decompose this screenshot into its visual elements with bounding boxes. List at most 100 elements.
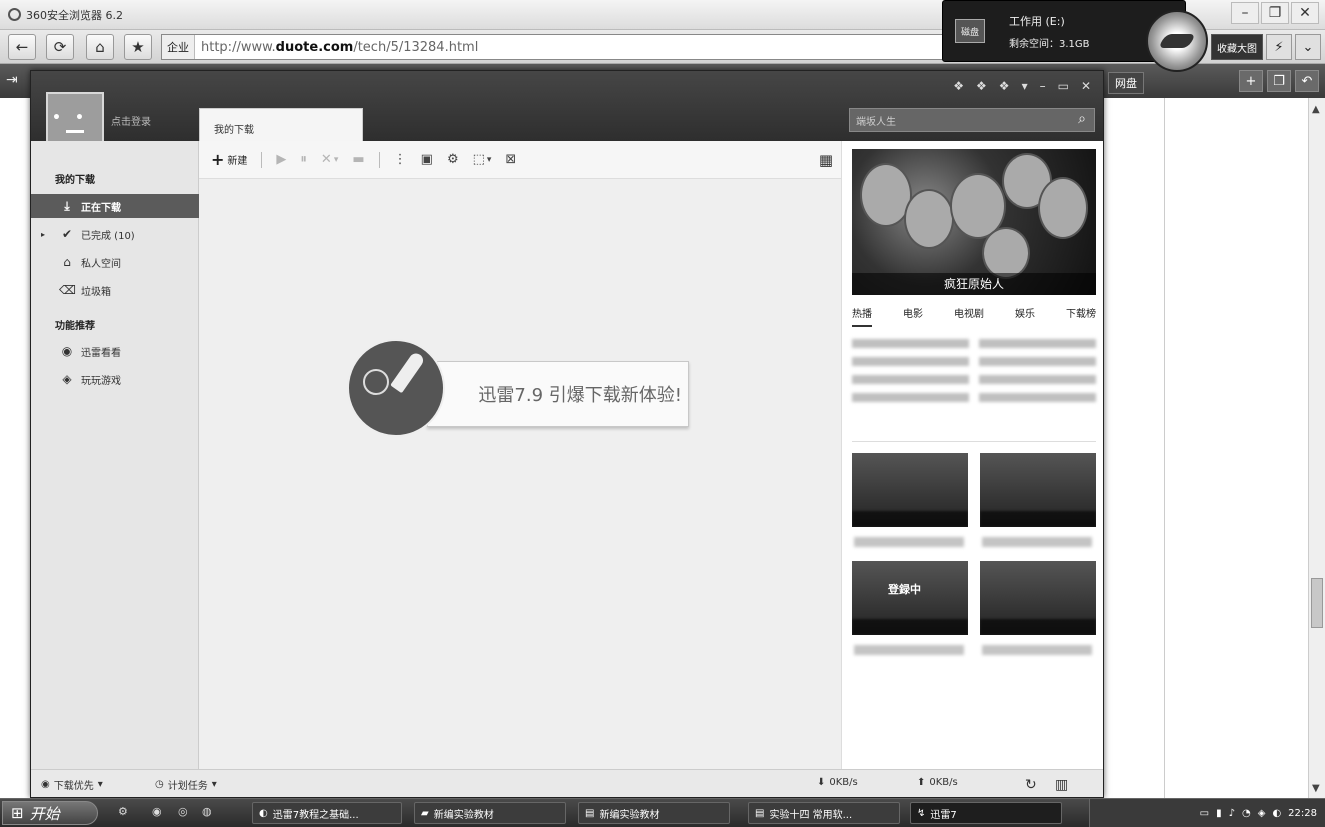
expand-caret-icon[interactable]: ▸: [41, 230, 45, 239]
gear-icon[interactable]: ⚙: [447, 152, 459, 167]
quicklaunch-icon[interactable]: ⚙: [118, 805, 128, 818]
back-button[interactable]: ←: [8, 34, 36, 60]
battery-icon[interactable]: ▮: [1216, 808, 1222, 819]
tab-hot[interactable]: 热播: [852, 305, 872, 327]
skin-icon[interactable]: ❖: [953, 79, 964, 93]
taskbar-button[interactable]: ◐ 迅雷7教程之基础...: [252, 802, 402, 824]
game-icon[interactable]: ⊠: [505, 152, 516, 167]
page-scrollbar[interactable]: ▲ ▼: [1308, 98, 1325, 798]
image-badge[interactable]: 收藏大图: [1211, 34, 1263, 60]
start-button[interactable]: ⊞ 开始: [2, 801, 98, 825]
promo-banner[interactable]: 迅雷7.9 引爆下载新体验!: [347, 339, 692, 439]
pause-icon[interactable]: ⏸: [300, 152, 307, 167]
video-caption[interactable]: [982, 537, 1092, 547]
restore-button[interactable]: ❐: [1261, 2, 1289, 24]
login-link[interactable]: 点击登录: [111, 113, 151, 128]
shield-icon[interactable]: ◐: [1272, 808, 1281, 819]
store-dropdown-icon[interactable]: ▾: [487, 155, 492, 165]
xunlei-window: •• 点击登录 我的下载 ❖ ❖ ❖ ▾ – ▭ ✕ 端坂人生 ⌕ 我的下载 ⤓…: [30, 70, 1104, 798]
start-icon[interactable]: ▶: [276, 152, 286, 167]
tab-my-downloads[interactable]: 我的下载: [199, 108, 363, 141]
chevron-down-icon[interactable]: ⌄: [1295, 34, 1321, 60]
close-button[interactable]: ✕: [1081, 79, 1091, 93]
undo-close-icon[interactable]: ↶: [1295, 70, 1319, 92]
download-arrow-icon: ⬇: [817, 777, 826, 788]
tab-entertainment[interactable]: 娱乐: [1015, 305, 1035, 327]
scroll-thumb[interactable]: [1311, 578, 1323, 628]
sidebar-item-games[interactable]: ◈ 玩玩游戏: [31, 367, 199, 391]
quicklaunch-icon[interactable]: ◉: [152, 805, 162, 818]
video-caption[interactable]: [982, 645, 1092, 655]
list-item[interactable]: [852, 393, 1096, 402]
video-thumbnail[interactable]: [980, 561, 1096, 635]
list-item[interactable]: [852, 339, 1096, 348]
taskbar-button[interactable]: ↯ 迅雷7: [910, 802, 1062, 824]
info-icon[interactable]: ▣: [421, 152, 433, 167]
sidebar-item-kankan[interactable]: ◉ 迅雷看看: [31, 339, 199, 363]
tab-movies[interactable]: 电影: [903, 305, 923, 327]
new-task-button[interactable]: + 新建: [211, 150, 247, 169]
security-icon[interactable]: ◈: [1258, 808, 1266, 819]
list-item[interactable]: [852, 357, 1096, 366]
minimize-button[interactable]: –: [1040, 79, 1046, 93]
scroll-down-icon[interactable]: ▼: [1312, 783, 1320, 794]
minimize-button[interactable]: –: [1231, 2, 1259, 24]
movie-poster[interactable]: 疯狂原始人: [852, 149, 1096, 295]
tab-tv[interactable]: 电视剧: [954, 305, 984, 327]
video-caption[interactable]: [854, 537, 964, 547]
promo-bubble[interactable]: 迅雷7.9 引爆下载新体验!: [427, 361, 689, 427]
video-thumbnail[interactable]: [980, 453, 1096, 527]
maximize-button[interactable]: ▭: [1058, 79, 1069, 93]
network-icon[interactable]: ◔: [1242, 808, 1251, 819]
settings-icon[interactable]: ❖: [999, 79, 1010, 93]
download-list-area: 迅雷7.9 引爆下载新体验!: [199, 179, 841, 769]
sidebar-toggle-icon[interactable]: ⇥: [6, 72, 18, 88]
sidebar-item-downloading[interactable]: ⤓ 正在下载: [31, 194, 199, 218]
message-icon[interactable]: ❖: [976, 79, 987, 93]
favorite-button[interactable]: ★: [124, 34, 152, 60]
sidebar-item-label: 玩玩游戏: [81, 375, 121, 387]
taskbar-button[interactable]: ▤ 新编实验教材: [578, 802, 730, 824]
store-icon[interactable]: ⬚: [473, 152, 485, 167]
panel-toggle-icon[interactable]: ▥: [1055, 777, 1068, 793]
quicklaunch-icon[interactable]: ◎: [178, 805, 188, 818]
search-icon[interactable]: ⌕: [1078, 111, 1086, 127]
video-thumbnail[interactable]: 登録中: [852, 561, 968, 635]
sound-icon[interactable]: ♪: [1229, 808, 1235, 819]
address-url[interactable]: http://www.duote.com/tech/5/13284.html: [195, 40, 478, 55]
scroll-up-icon[interactable]: ▲: [1312, 104, 1320, 115]
sidebar-item-trash[interactable]: ⌫ 垃圾箱: [31, 278, 199, 302]
sidebar-item-completed[interactable]: ▸ ✔ 已完成 (10): [31, 222, 199, 246]
sort-icon[interactable]: ⋮: [394, 152, 407, 167]
search-input[interactable]: 端坂人生 ⌕: [849, 108, 1095, 132]
list-item[interactable]: [852, 375, 1096, 384]
address-zone[interactable]: 企业: [162, 35, 195, 59]
taskbar-button[interactable]: ▰ 新编实验教材: [414, 802, 566, 824]
refresh-button[interactable]: ⟳: [46, 34, 74, 60]
lightning-icon[interactable]: ⚡: [1266, 34, 1292, 60]
quicklaunch-icon[interactable]: ◍: [202, 805, 212, 818]
clock[interactable]: 22:28: [1288, 808, 1317, 819]
tab-list-icon[interactable]: ❐: [1267, 70, 1291, 92]
refresh-icon[interactable]: ↻: [1025, 777, 1037, 793]
address-bar[interactable]: 企业 http://www.duote.com/tech/5/13284.htm…: [161, 34, 951, 60]
keyboard-icon[interactable]: ▭: [1200, 808, 1209, 819]
new-tab-icon[interactable]: +: [1239, 70, 1263, 92]
thunder-bird-icon[interactable]: [1146, 10, 1208, 72]
video-thumbnail[interactable]: [852, 453, 968, 527]
delete-dropdown-icon[interactable]: ▾: [334, 155, 339, 165]
video-caption[interactable]: [854, 645, 964, 655]
chevron-down-icon: ▾: [211, 779, 217, 790]
delete-icon[interactable]: ✕: [321, 152, 332, 167]
tab-download-rank[interactable]: 下载榜: [1066, 305, 1096, 327]
grid-view-icon[interactable]: ▦: [819, 151, 833, 169]
schedule-dropdown[interactable]: ◷ 计划任务 ▾: [155, 777, 217, 792]
menu-icon[interactable]: ▾: [1022, 79, 1028, 93]
taskbar-button[interactable]: ▤ 实验十四 常用软...: [748, 802, 900, 824]
close-button[interactable]: ✕: [1291, 2, 1319, 24]
home-button[interactable]: ⌂: [86, 34, 114, 60]
priority-dropdown[interactable]: ◉ 下载优先 ▾: [41, 777, 103, 792]
sidebar-item-private-space[interactable]: ⌂ 私人空间: [31, 250, 199, 274]
tab-netdisk[interactable]: 网盘: [1108, 72, 1144, 94]
folder-icon[interactable]: ▬: [352, 152, 364, 167]
